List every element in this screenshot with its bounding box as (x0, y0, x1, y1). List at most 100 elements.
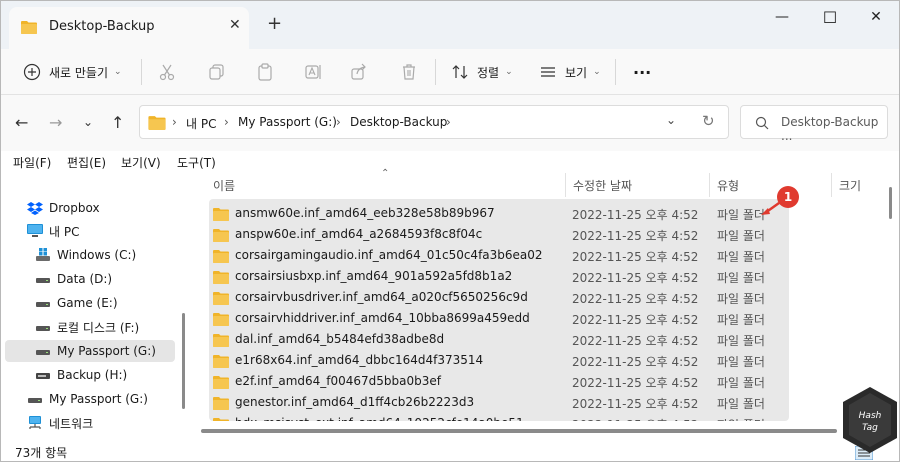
breadcrumb-my-pc[interactable]: 내 PC (186, 115, 216, 132)
sidebar-item-my-passport-g[interactable]: My Passport (G:) (5, 340, 175, 362)
file-name: dal.inf_amd64_b5484efd38adbe8d (235, 332, 445, 346)
file-date: 2022-11-25 오후 4:52 (572, 334, 699, 348)
column-size[interactable]: 크기 (839, 177, 861, 194)
table-row[interactable]: ansmw60e.inf_amd64_eeb328e58b89b967 2022-… (209, 203, 789, 224)
column-name[interactable]: 이름 (213, 177, 235, 194)
file-date: 2022-11-25 오후 4:52 (572, 355, 699, 369)
column-type[interactable]: 유형 (717, 177, 739, 194)
delete-icon[interactable] (399, 62, 419, 82)
view-button-label: 보기 (565, 65, 588, 80)
sidebar-item-dropbox[interactable]: Dropbox (5, 197, 175, 219)
breadcrumb-separator: › (336, 115, 341, 129)
more-options-icon[interactable]: ··· (633, 49, 651, 95)
menu-tools[interactable]: 도구(T) (177, 154, 216, 171)
share-icon[interactable] (349, 62, 369, 82)
sidebar-scrollbar[interactable] (182, 313, 185, 409)
file-date: 2022-11-25 오후 4:52 (572, 250, 699, 264)
forward-icon[interactable]: → (49, 113, 62, 132)
column-divider[interactable] (565, 173, 566, 197)
sidebar-item-label: Data (D:) (57, 272, 113, 286)
tab-title: Desktop-Backup (49, 19, 155, 34)
sidebar-item-label: Windows (C:) (57, 248, 137, 262)
sidebar-item-game-e[interactable]: Game (E:) (5, 292, 175, 314)
up-icon[interactable]: ↑ (111, 113, 124, 132)
svg-text:Tag: Tag (862, 423, 878, 433)
sidebar-item-my-pc[interactable]: 내 PC (5, 220, 175, 242)
dropbox-icon (27, 202, 43, 215)
view-button[interactable]: 보기 ⌄ (539, 49, 601, 95)
column-date[interactable]: 수정한 날짜 (573, 177, 632, 194)
paste-icon[interactable] (255, 62, 275, 82)
file-date: 2022-11-25 오후 4:52 (572, 292, 699, 306)
horizontal-scrollbar[interactable] (201, 429, 837, 433)
sidebar-item-network[interactable]: 네트워크 (5, 412, 175, 434)
table-row[interactable]: e2f.inf_amd64_f00467d5bba0b3ef 2022-11-25… (209, 371, 789, 392)
sidebar-item-backup-h[interactable]: Backup (H:) (5, 364, 175, 386)
table-row[interactable]: genestor.inf_amd64_d1ff4cb26b2223d3 2022-… (209, 392, 789, 413)
menu-file[interactable]: 파일(F) (13, 154, 51, 171)
file-name: anspw60e.inf_amd64_a2684593f8c8f04c (235, 227, 483, 241)
back-icon[interactable]: ← (15, 113, 28, 132)
new-tab-icon[interactable]: + (267, 13, 282, 34)
table-row[interactable]: anspw60e.inf_amd64_a2684593f8c8f04c 2022-… (209, 224, 789, 245)
table-row[interactable]: corsairvhiddriver.inf_amd64_10bba8699a45… (209, 308, 789, 329)
tab-desktop-backup[interactable]: Desktop-Backup ✕ (9, 7, 249, 49)
file-date: 2022-11-25 오후 4:52 (572, 208, 699, 222)
close-window-icon[interactable]: ✕ (853, 1, 899, 33)
minimize-icon[interactable]: — (759, 1, 805, 33)
rename-icon[interactable] (303, 62, 323, 82)
folder-icon (213, 418, 229, 421)
sidebar-item-label: 로컬 디스크 (F:) (57, 320, 140, 335)
sidebar-item-local-disk-f[interactable]: 로컬 디스크 (F:) (5, 316, 175, 338)
address-dropdown-icon[interactable]: ⌄ (666, 113, 676, 127)
table-row[interactable]: corsairsiusbxp.inf_amd64_901a592a5fd8b1a… (209, 266, 789, 287)
breadcrumb-my-passport[interactable]: My Passport (G:) (238, 115, 337, 129)
divider (141, 59, 142, 85)
table-row[interactable]: corsairvbusdriver.inf_amd64_a020cf565025… (209, 287, 789, 308)
folder-icon (213, 397, 229, 410)
file-name: genestor.inf_amd64_d1ff4cb26b2223d3 (235, 395, 475, 409)
sort-button[interactable]: 정렬 ⌄ (451, 49, 513, 95)
copy-icon[interactable] (207, 62, 227, 82)
table-row[interactable]: corsairgamingaudio.inf_amd64_01c50c4fa3b… (209, 245, 789, 266)
sidebar-item-label: My Passport (G:) (57, 344, 156, 358)
refresh-icon[interactable]: ↻ (702, 112, 715, 130)
chevron-down-icon: ⌄ (593, 67, 601, 77)
sidebar-item-my-passport-g-root[interactable]: My Passport (G:) (5, 388, 175, 410)
title-bar: Desktop-Backup ✕ + — ☐ ✕ (1, 1, 899, 49)
svg-text:Hash: Hash (859, 411, 882, 421)
folder-icon (213, 250, 229, 263)
sort-icon (452, 65, 468, 79)
file-name: corsairsiusbxp.inf_amd64_901a592a5fd8b1a… (235, 269, 513, 283)
maximize-icon[interactable]: ☐ (807, 1, 853, 33)
vertical-scrollbar[interactable] (889, 187, 892, 219)
cut-icon[interactable] (157, 62, 177, 82)
column-divider[interactable] (831, 173, 832, 197)
search-box[interactable]: Desktop-Backup ... (740, 105, 888, 143)
menu-edit[interactable]: 편집(E) (67, 154, 106, 171)
selected-rows: ansmw60e.inf_amd64_eeb328e58b89b967 2022-… (209, 199, 789, 421)
table-row[interactable]: hdx_msisyst_ext.inf_amd64_10252cfe14a0be… (209, 413, 789, 421)
tab-close-icon[interactable]: ✕ (229, 17, 241, 33)
table-row[interactable]: e1r68x64.inf_amd64_dbbc164d4f373514 2022-… (209, 350, 789, 371)
new-button[interactable]: 새로 만들기 ⌄ (23, 49, 122, 95)
status-bar: 73개 항목 (1, 441, 899, 461)
recent-locations-icon[interactable]: ⌄ (83, 115, 93, 129)
drive-icon (36, 302, 50, 307)
divider (615, 59, 616, 85)
file-type: 파일 폴더 (717, 355, 765, 369)
sidebar-item-data-d[interactable]: Data (D:) (5, 268, 175, 290)
file-date: 2022-11-25 오후 4:52 (572, 271, 699, 285)
search-icon (755, 116, 769, 130)
sidebar-item-label: 네트워크 (49, 416, 94, 431)
table-row[interactable]: dal.inf_amd64_b5484efd38adbe8d 2022-11-25… (209, 329, 789, 350)
drive-icon (28, 398, 42, 403)
breadcrumb-desktop-backup[interactable]: Desktop-Backup (350, 115, 447, 129)
menu-view[interactable]: 보기(V) (121, 154, 161, 171)
command-bar: 새로 만들기 ⌄ 정렬 ⌄ 보기 ⌄ ··· (1, 49, 899, 95)
column-divider[interactable] (709, 173, 710, 197)
sidebar-item-windows-c[interactable]: Windows (C:) (5, 244, 175, 266)
address-bar[interactable]: › 내 PC › My Passport (G:) › Desktop-Back… (139, 105, 729, 139)
file-name: corsairvhiddriver.inf_amd64_10bba8699a45… (235, 311, 530, 325)
folder-icon (213, 271, 229, 284)
